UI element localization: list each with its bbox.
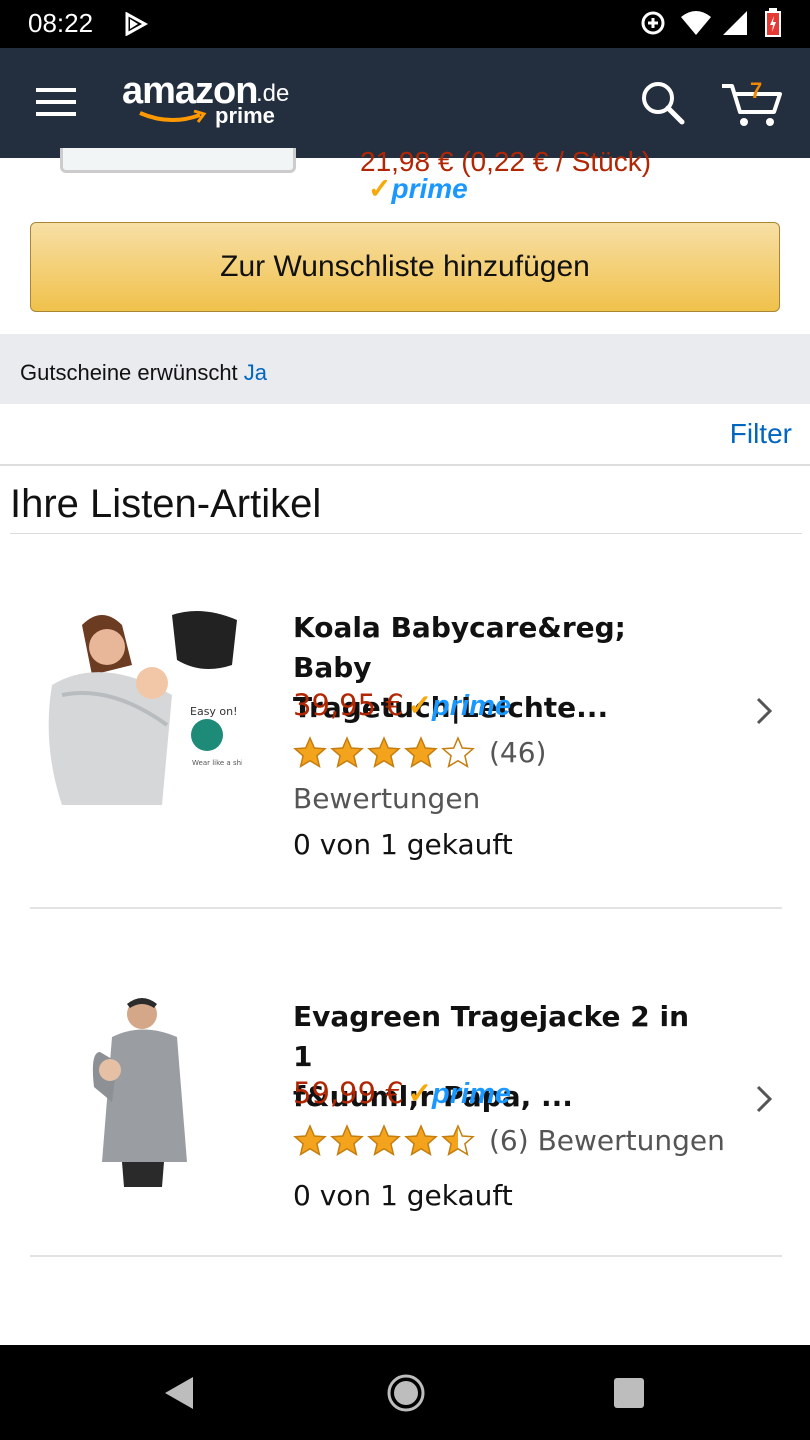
menu-icon[interactable]: [36, 86, 76, 122]
star-icon: [441, 736, 475, 768]
chevron-right-icon[interactable]: [752, 1084, 776, 1118]
back-icon[interactable]: [163, 1375, 195, 1415]
system-nav-bar: [0, 1345, 810, 1440]
coupon-label: Gutscheine erwünscht: [20, 360, 238, 385]
prime-check-icon: ✓: [407, 690, 433, 722]
signal-icon: [722, 10, 748, 40]
purchase-status: 0 von 1 gekauft: [293, 1179, 513, 1212]
prime-badge: ✓prime: [407, 1078, 511, 1110]
star-rating: [293, 736, 478, 774]
review-label[interactable]: Bewertungen: [293, 782, 480, 815]
list-item[interactable]: Easy on! Wear like a shirt Koala Babycar…: [0, 560, 810, 910]
thumb-caption: Easy on!: [190, 705, 238, 718]
item-divider: [30, 907, 782, 909]
amazon-smile-icon: [138, 109, 208, 130]
review-count[interactable]: (6) Bewertungen: [489, 1124, 725, 1157]
review-count[interactable]: (46): [489, 736, 546, 769]
search-icon[interactable]: [640, 80, 686, 130]
prime-check-icon: ✓: [407, 1078, 433, 1110]
star-icon: [330, 736, 364, 768]
prime-badge: ✓prime: [407, 690, 511, 722]
star-icon: [367, 1124, 401, 1156]
thumb-subcaption: Wear like a shirt: [192, 759, 242, 767]
section-title: Ihre Listen-Artikel: [10, 482, 322, 526]
filter-bar: Filter: [0, 404, 810, 466]
add-to-wishlist-button[interactable]: Zur Wunschliste hinzufügen: [30, 222, 780, 312]
item-price: 59,99 € ✓prime: [293, 1076, 511, 1111]
product-image[interactable]: Easy on! Wear like a shirt: [42, 605, 249, 805]
product-card-partial: 21,98 € (0,22 € / Stück) ✓prime Zur Wuns…: [10, 146, 802, 334]
item-divider: [30, 1255, 782, 1257]
star-icon: [293, 736, 327, 768]
list-item[interactable]: Evagreen Tragejacke 2 in 1 f&uuml;r Papa…: [0, 950, 810, 1260]
item-title-line1: Koala Babycare&reg; Baby: [293, 611, 626, 684]
filter-link[interactable]: Filter: [730, 418, 792, 450]
star-icon: [367, 736, 401, 768]
recents-icon[interactable]: [613, 1377, 645, 1413]
data-saver-icon: [640, 10, 666, 40]
item-title-line1: Evagreen Tragejacke 2 in 1: [293, 1000, 690, 1073]
app-header: amazon .de prime 7: [0, 48, 810, 158]
star-icon: [293, 1124, 327, 1156]
status-time: 08:22: [28, 8, 94, 38]
coupon-value-link[interactable]: Ja: [244, 360, 267, 385]
logo-prime: prime: [215, 103, 275, 128]
prime-check-icon: ✓: [368, 173, 392, 204]
star-icon: [330, 1124, 364, 1156]
price-value: 39,95 €: [293, 688, 404, 722]
purchase-status: 0 von 1 gekauft: [293, 828, 513, 861]
star-icon: [441, 1124, 475, 1156]
price-value: 59,99 €: [293, 1076, 404, 1110]
battery-charging-icon: [764, 8, 782, 42]
wifi-icon: [680, 10, 712, 40]
cart-count-badge: 7: [750, 78, 763, 103]
item-price: 39,95 € ✓prime: [293, 688, 511, 723]
star-icon: [404, 1124, 438, 1156]
prime-badge: ✓prime: [368, 173, 468, 204]
star-rating: [293, 1124, 478, 1162]
star-icon: [404, 736, 438, 768]
chevron-right-icon[interactable]: [752, 696, 776, 730]
divider: [10, 533, 802, 534]
product-thumbnail-partial[interactable]: [60, 148, 296, 173]
home-icon[interactable]: [386, 1373, 426, 1417]
coupon-preference: Gutscheine erwünscht Ja: [0, 334, 810, 404]
status-bar: 08:22: [0, 0, 810, 48]
product-image[interactable]: [42, 992, 242, 1192]
play-store-notification-icon: [124, 11, 149, 40]
